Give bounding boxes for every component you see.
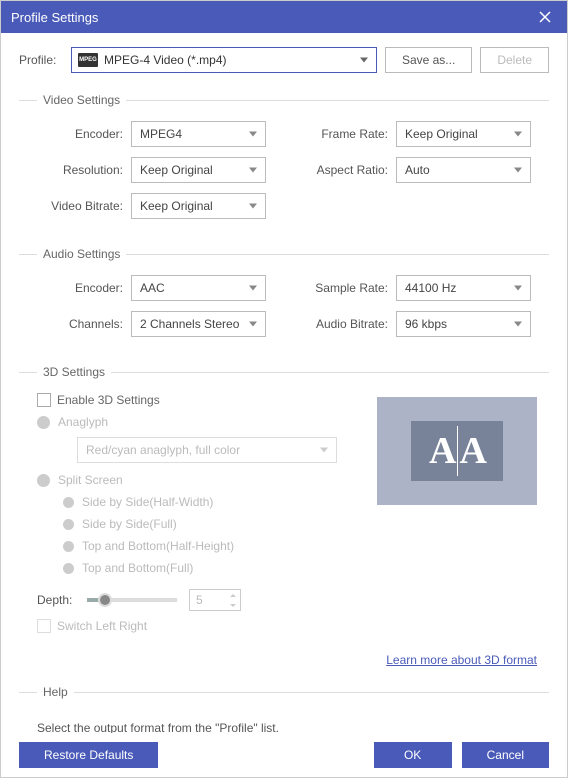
profile-label: Profile: [19, 53, 63, 67]
threed-settings-section: 3D Settings Enable 3D Settings Anaglyph … [19, 365, 549, 667]
chevron-down-icon [514, 168, 522, 173]
chevron-down-icon [320, 448, 328, 453]
enable-3d-checkbox[interactable] [37, 393, 51, 407]
close-icon[interactable] [533, 5, 557, 29]
chevron-down-icon [514, 132, 522, 137]
audio-bitrate-select[interactable]: 96 kbps [396, 311, 531, 337]
anaglyph-mode-select: Red/cyan anaglyph, full color [77, 437, 337, 463]
chevron-down-icon [249, 204, 257, 209]
framerate-select[interactable]: Keep Original [396, 121, 531, 147]
resolution-select[interactable]: Keep Original [131, 157, 266, 183]
save-as-button[interactable]: Save as... [385, 47, 472, 73]
audio-encoder-label: Encoder: [19, 281, 131, 295]
threed-section-title: 3D Settings [37, 365, 111, 379]
sbs-half-radio: Side by Side(Half-Width) [37, 495, 334, 509]
depth-spinner: 5 [189, 589, 241, 611]
footer: Restore Defaults OK Cancel [1, 733, 567, 777]
chevron-down-icon [514, 286, 522, 291]
split-screen-radio: Split Screen [37, 473, 334, 487]
cancel-button[interactable]: Cancel [462, 742, 549, 768]
depth-slider[interactable] [87, 598, 177, 602]
radio-icon [63, 541, 74, 552]
mpeg-icon: MPEG [78, 53, 98, 67]
chevron-down-icon [249, 322, 257, 327]
learn-more-link[interactable]: Learn more about 3D format [386, 653, 537, 667]
radio-icon [37, 416, 50, 429]
video-encoder-select[interactable]: MPEG4 [131, 121, 266, 147]
radio-icon [63, 519, 74, 530]
video-section-title: Video Settings [37, 93, 126, 107]
chevron-down-icon [360, 58, 368, 63]
chevron-down-icon [249, 132, 257, 137]
radio-icon [37, 474, 50, 487]
profile-row: Profile: MPEG MPEG-4 Video (*.mp4) Save … [19, 47, 549, 73]
resolution-label: Resolution: [19, 163, 131, 177]
video-bitrate-label: Video Bitrate: [19, 199, 131, 213]
aspect-select[interactable]: Auto [396, 157, 531, 183]
spinner-up-icon [226, 590, 240, 600]
video-settings-section: Video Settings Encoder: MPEG4 Frame Rate… [19, 93, 549, 229]
sbs-full-radio: Side by Side(Full) [37, 517, 334, 531]
delete-button: Delete [480, 47, 549, 73]
audio-settings-section: Audio Settings Encoder: AAC Sample Rate:… [19, 247, 549, 347]
content-area: Profile: MPEG MPEG-4 Video (*.mp4) Save … [1, 33, 567, 733]
audio-encoder-select[interactable]: AAC [131, 275, 266, 301]
enable-3d-label: Enable 3D Settings [57, 393, 160, 407]
help-section-title: Help [37, 685, 74, 699]
slider-thumb[interactable] [98, 593, 112, 607]
samplerate-label: Sample Rate: [284, 281, 396, 295]
anaglyph-radio: Anaglyph [37, 415, 334, 429]
framerate-label: Frame Rate: [284, 127, 396, 141]
restore-defaults-button[interactable]: Restore Defaults [19, 742, 158, 768]
help-section: Help Select the output format from the "… [19, 685, 549, 733]
depth-label: Depth: [37, 593, 87, 607]
samplerate-select[interactable]: 44100 Hz [396, 275, 531, 301]
threed-preview: AA [377, 397, 537, 505]
ok-button[interactable]: OK [374, 742, 452, 768]
spinner-down-icon [226, 600, 240, 610]
chevron-down-icon [249, 168, 257, 173]
radio-icon [63, 563, 74, 574]
profile-select[interactable]: MPEG MPEG-4 Video (*.mp4) [71, 47, 377, 73]
help-text: Select the output format from the "Profi… [19, 713, 549, 733]
audio-bitrate-label: Audio Bitrate: [284, 317, 396, 331]
audio-section-title: Audio Settings [37, 247, 126, 261]
profile-value: MPEG-4 Video (*.mp4) [104, 53, 227, 67]
aspect-label: Aspect Ratio: [284, 163, 396, 177]
radio-icon [63, 497, 74, 508]
tab-half-radio: Top and Bottom(Half-Height) [37, 539, 334, 553]
profile-settings-window: Profile Settings Profile: MPEG MPEG-4 Vi… [0, 0, 568, 778]
titlebar: Profile Settings [1, 1, 567, 33]
video-encoder-label: Encoder: [19, 127, 131, 141]
tab-full-radio: Top and Bottom(Full) [37, 561, 334, 575]
video-bitrate-select[interactable]: Keep Original [131, 193, 266, 219]
chevron-down-icon [514, 322, 522, 327]
enable-3d-row[interactable]: Enable 3D Settings [37, 393, 334, 407]
channels-label: Channels: [19, 317, 131, 331]
switch-lr-row: Switch Left Right [19, 619, 549, 633]
window-title: Profile Settings [11, 10, 98, 25]
chevron-down-icon [249, 286, 257, 291]
channels-select[interactable]: 2 Channels Stereo [131, 311, 266, 337]
switch-lr-checkbox [37, 619, 51, 633]
